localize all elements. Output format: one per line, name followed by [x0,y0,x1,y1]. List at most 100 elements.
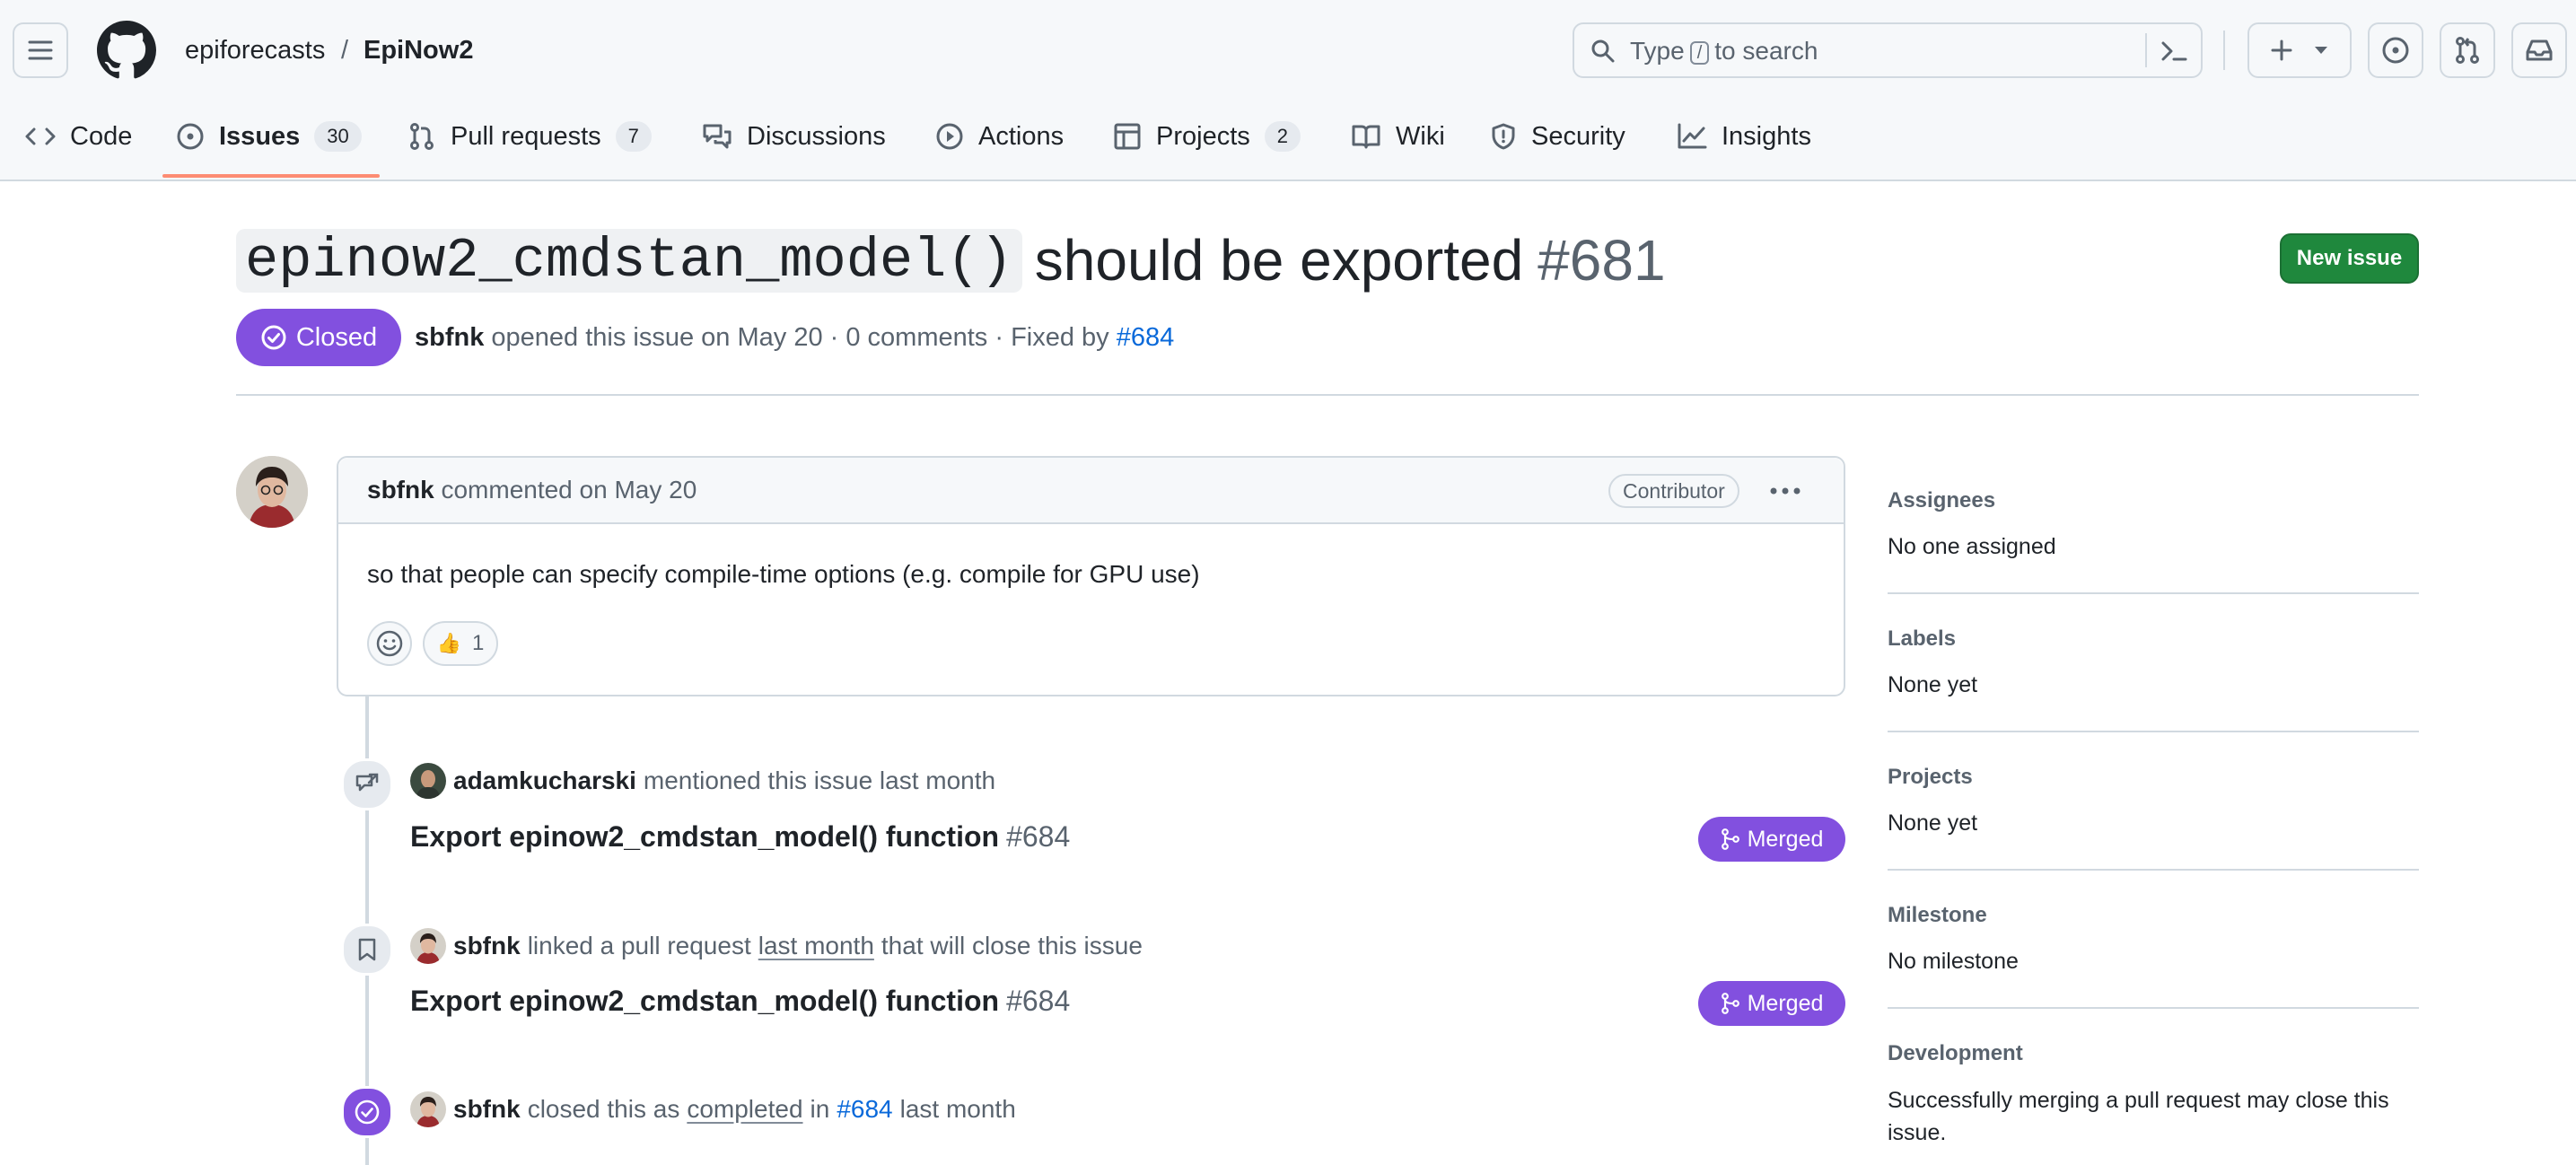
comment-discussion-icon [703,124,732,149]
git-pull-request-icon [2456,37,2479,64]
issue-number: #681 [1538,228,1666,293]
new-issue-button[interactable]: New issue [2280,233,2419,284]
app-header: epiforecasts / EpiNow2 Type / to search Co… [0,0,2576,181]
issue-title-code: epinow2_cmdstan_model() [236,228,1022,293]
breadcrumb-repo[interactable]: EpiNow2 [364,34,473,66]
avatar[interactable] [410,928,446,964]
search-input[interactable]: Type / to search [1573,22,2203,78]
issue-meta-text: opened this issue on May 20 · 0 comments… [491,323,1109,352]
assignees-heading[interactable]: Assignees [1888,488,1995,513]
referenced-pr-number: #684 [1006,985,1071,1017]
tab-insights[interactable]: Insights [1677,115,1811,158]
tab-wiki-label: Wiki [1396,121,1445,151]
merged-badge: Merged [1698,981,1845,1026]
tab-discussions-label: Discussions [747,121,886,151]
inbox-button[interactable] [2511,22,2567,78]
create-new-button[interactable] [2247,22,2352,78]
smiley-icon [376,630,403,657]
tab-pull-requests-label: Pull requests [451,121,601,151]
thumbs-up-reaction[interactable]: 👍 1 [423,621,498,666]
tab-issues[interactable]: Issues 30 [176,115,362,158]
comment-timestamp[interactable]: commented on May 20 [441,476,697,504]
avatar[interactable] [410,1091,446,1127]
user-avatar-image [236,456,308,528]
header-divider [2223,31,2225,70]
title-divider [236,394,2419,396]
referenced-pr[interactable]: Export epinow2_cmdstan_model() function #… [410,985,1070,1018]
book-icon [1352,125,1380,149]
timeline-event-mentioned: adamkucharski mentioned this issue last … [410,763,995,799]
closing-pr-link[interactable]: #684 [837,1095,892,1124]
issue-comment: sbfnk commented on May 20 Contributor so… [337,456,1845,696]
milestone-value: No milestone [1888,949,2019,974]
event-author-link[interactable]: sbfnk [453,1095,521,1124]
tab-pull-requests[interactable]: Pull requests 7 [407,115,652,158]
tab-wiki[interactable]: Wiki [1351,115,1445,158]
github-logo[interactable] [97,21,156,80]
tab-code-label: Code [70,121,133,151]
search-icon [1591,39,1615,63]
page-title: epinow2_cmdstan_model() should be export… [236,224,1666,296]
issue-author-link[interactable]: sbfnk [415,323,484,352]
git-merge-icon [1721,828,1739,850]
sidebar-divider [1888,1007,2419,1009]
labels-heading[interactable]: Labels [1888,626,1956,652]
hamburger-icon [28,40,53,60]
tab-actions-label: Actions [978,121,1065,151]
tab-code[interactable]: Code [25,115,132,158]
shield-icon [1492,123,1515,150]
search-placeholder-suffix: to search [1714,37,1818,65]
sidebar-divider [1888,731,2419,732]
tab-security-label: Security [1531,121,1625,151]
github-mark-icon [97,21,156,79]
git-pull-request-icon [410,123,434,150]
referenced-pr-title[interactable]: Export epinow2_cmdstan_model() function [410,985,999,1017]
development-heading[interactable]: Development [1888,1041,2023,1066]
bookmark-icon [358,938,376,961]
event-author-link[interactable]: adamkucharski [453,766,636,795]
issue-state-label: Closed [295,322,378,352]
avatar[interactable] [236,456,308,528]
active-tab-indicator [162,174,380,178]
command-palette-icon[interactable] [2160,39,2188,64]
avatar[interactable] [410,763,446,799]
search-shortcut-key: / [1689,40,1710,65]
pull-requests-count-badge: 7 [615,121,652,152]
timeline-event-closed: sbfnk closed this as completed in #684 l… [410,1091,1016,1127]
referenced-pr[interactable]: Export epinow2_cmdstan_model() function #… [410,820,1070,854]
timeline-event-linked: sbfnk linked a pull request last month t… [410,928,1143,964]
referenced-pr-number: #684 [1006,820,1071,853]
projects-heading[interactable]: Projects [1888,765,1973,790]
thumbs-up-icon: 👍 [436,632,462,654]
milestone-heading[interactable]: Milestone [1888,903,1987,928]
tab-projects[interactable]: Projects 2 [1113,115,1301,158]
tab-actions[interactable]: Actions [935,115,1064,158]
comment-options-button[interactable] [1767,477,1803,504]
tab-issues-label: Issues [219,121,301,151]
labels-value: None yet [1888,672,1978,697]
projects-value: None yet [1888,810,1978,836]
projects-count-badge: 2 [1264,121,1301,152]
tab-discussions[interactable]: Discussions [702,115,886,158]
issues-button[interactable] [2368,22,2423,78]
add-reaction-button[interactable] [367,621,412,666]
fixed-by-pr-link[interactable]: #684 [1117,323,1175,352]
issue-opened-icon [177,123,204,150]
check-circle-icon [261,325,286,350]
event-text-a: closed this as [527,1095,680,1123]
event-text-a: linked a pull request [527,932,751,959]
menu-button[interactable] [13,22,68,78]
development-value: Successfully merging a pull request may … [1888,1088,2389,1145]
merged-badge-label: Merged [1747,826,1824,852]
pull-requests-button[interactable] [2440,22,2495,78]
table-icon [1114,123,1141,150]
event-author-link[interactable]: sbfnk [453,932,521,960]
breadcrumb-owner[interactable]: epiforecasts [185,34,325,66]
user-avatar-image [410,763,446,799]
event-reason-link[interactable]: completed [687,1095,802,1124]
comment-author-link[interactable]: sbfnk [367,476,434,504]
referenced-pr-title[interactable]: Export epinow2_cmdstan_model() function [410,820,999,853]
tab-security[interactable]: Security [1490,115,1625,158]
merged-badge: Merged [1698,817,1845,862]
event-time-link[interactable]: last month [758,932,874,960]
